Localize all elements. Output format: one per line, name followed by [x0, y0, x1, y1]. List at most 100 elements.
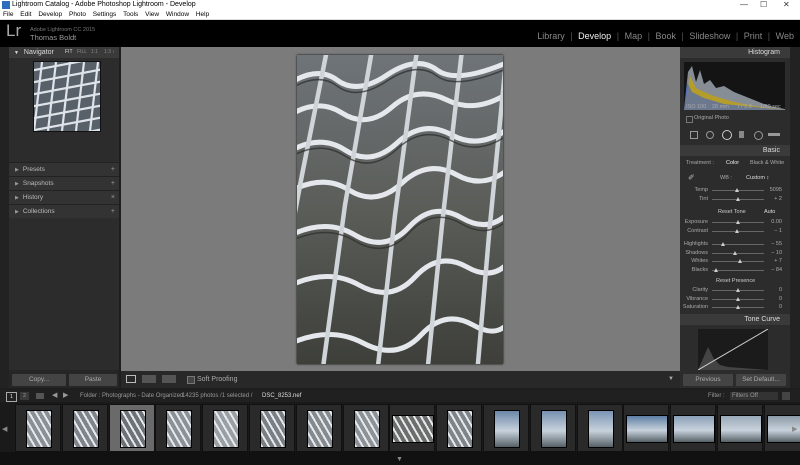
- slider-knob[interactable]: [736, 196, 740, 201]
- wb-select[interactable]: Custom ↕: [746, 175, 769, 181]
- auto-tone-button[interactable]: Auto: [764, 209, 775, 215]
- filter-lock-icon[interactable]: [782, 392, 790, 400]
- slider-track[interactable]: [712, 244, 764, 245]
- back-arrow-icon[interactable]: ◀: [52, 390, 57, 402]
- menu-tools[interactable]: Tools: [123, 11, 138, 18]
- filmstrip-left-arrow-icon[interactable]: ◀: [2, 425, 7, 433]
- before-after-icon[interactable]: [142, 375, 156, 383]
- toolbar-menu-icon[interactable]: ▼: [668, 371, 674, 388]
- slider-row[interactable]: Tint + 2: [682, 195, 788, 204]
- menu-edit[interactable]: Edit: [20, 11, 31, 18]
- navigator-preview[interactable]: [33, 61, 101, 132]
- menu-develop[interactable]: Develop: [38, 11, 62, 18]
- adjustment-brush-icon[interactable]: [768, 133, 780, 136]
- grid-view-icon[interactable]: [36, 393, 44, 399]
- zoom-fill[interactable]: FILL: [77, 47, 87, 58]
- slider-knob[interactable]: [736, 288, 740, 292]
- page-1[interactable]: 1: [6, 392, 17, 402]
- treatment-bw[interactable]: Black & White: [750, 160, 784, 166]
- right-panel-edge[interactable]: [790, 47, 800, 388]
- slider-knob[interactable]: [733, 250, 738, 255]
- slider-knob[interactable]: [736, 220, 740, 224]
- module-book[interactable]: Book: [655, 31, 676, 41]
- slider-knob[interactable]: [736, 296, 740, 301]
- history-panel[interactable]: ▶ History ×: [9, 190, 119, 204]
- reset-tone[interactable]: Reset Tone: [718, 209, 746, 215]
- module-web[interactable]: Web: [776, 31, 794, 41]
- module-slideshow[interactable]: Slideshow: [689, 31, 730, 41]
- paste-button[interactable]: Paste: [69, 374, 117, 386]
- slider-value[interactable]: 5095: [770, 187, 782, 193]
- tone-curve-header[interactable]: Tone Curve: [680, 314, 790, 325]
- red-eye-icon[interactable]: [722, 130, 732, 140]
- close-button[interactable]: ✕: [783, 0, 790, 10]
- slider-track[interactable]: [712, 269, 764, 271]
- slider-value[interactable]: + 2: [774, 196, 782, 202]
- slider-value[interactable]: − 10: [771, 250, 782, 256]
- filter-select[interactable]: Filters Off: [730, 392, 778, 400]
- page-2[interactable]: 2: [20, 392, 29, 400]
- menu-help[interactable]: Help: [196, 11, 209, 18]
- copy-button[interactable]: Copy...: [12, 374, 66, 386]
- main-photo[interactable]: [297, 55, 503, 364]
- slider-value[interactable]: + 7: [774, 258, 782, 264]
- slider-track[interactable]: [712, 252, 764, 254]
- slider-value[interactable]: 0: [779, 287, 782, 293]
- minimize-button[interactable]: —: [740, 0, 748, 10]
- add-collection-icon[interactable]: +: [111, 205, 115, 218]
- slider-value[interactable]: 0: [779, 296, 782, 302]
- eyedropper-icon[interactable]: ✐: [688, 174, 696, 182]
- slider-knob[interactable]: [734, 188, 739, 192]
- slider-value[interactable]: − 1: [774, 228, 782, 234]
- radial-filter-icon[interactable]: [754, 131, 763, 140]
- slider-value[interactable]: − 84: [771, 267, 782, 273]
- slider-knob[interactable]: [735, 228, 740, 233]
- slider-value[interactable]: − 55: [771, 241, 782, 247]
- clear-history-icon[interactable]: ×: [111, 191, 115, 204]
- menu-file[interactable]: File: [3, 11, 13, 18]
- left-panel-edge[interactable]: [0, 47, 9, 388]
- presets-panel[interactable]: ▶ Presets +: [9, 162, 119, 176]
- crop-tool-icon[interactable]: [690, 131, 698, 139]
- slider-knob[interactable]: [721, 242, 726, 246]
- set-default-button[interactable]: Set Default...: [736, 374, 786, 386]
- previous-button[interactable]: Previous: [683, 374, 733, 386]
- source-folder[interactable]: Folder : Photographs - Date Organized: [80, 390, 183, 402]
- menu-settings[interactable]: Settings: [93, 11, 117, 18]
- spot-removal-icon[interactable]: [706, 131, 714, 139]
- add-snapshot-icon[interactable]: +: [111, 177, 115, 190]
- slider-value[interactable]: 0: [779, 304, 782, 310]
- loupe-view-icon[interactable]: [126, 375, 136, 383]
- module-map[interactable]: Map: [625, 31, 643, 41]
- soft-proofing-checkbox[interactable]: [187, 376, 195, 384]
- slider-knob[interactable]: [738, 259, 743, 263]
- graduated-filter-icon[interactable]: [739, 131, 744, 138]
- module-library[interactable]: Library: [537, 31, 565, 41]
- zoom-fit[interactable]: FIT: [65, 47, 73, 58]
- module-print[interactable]: Print: [744, 31, 763, 41]
- treatment-color[interactable]: Color: [726, 160, 739, 166]
- slider-knob[interactable]: [736, 305, 740, 309]
- bottom-edge[interactable]: ▼: [0, 452, 800, 465]
- navigator-header[interactable]: ▼ Navigator FIT FILL 1:1 1:3 ↕: [9, 47, 119, 58]
- slider-row[interactable]: Contrast − 1: [682, 227, 788, 236]
- filmstrip-right-arrow-icon[interactable]: ▶: [792, 425, 797, 433]
- menu-photo[interactable]: Photo: [69, 11, 86, 18]
- collections-panel[interactable]: ▶ Collections +: [9, 204, 119, 218]
- menu-window[interactable]: Window: [166, 11, 189, 18]
- bottom-collapse-icon[interactable]: ▼: [396, 456, 403, 463]
- histogram[interactable]: [684, 62, 785, 110]
- module-develop[interactable]: Develop: [578, 31, 611, 41]
- maximize-button[interactable]: ☐: [760, 0, 767, 10]
- zoom-ratio[interactable]: 1:3 ↕: [104, 47, 115, 58]
- menu-view[interactable]: View: [145, 11, 159, 18]
- reset-presence[interactable]: Reset Presence: [716, 278, 755, 284]
- add-preset-icon[interactable]: +: [111, 163, 115, 176]
- basic-header[interactable]: Basic: [680, 145, 790, 156]
- tone-curve-graph[interactable]: [697, 328, 769, 371]
- selected-filename[interactable]: DSC_8253.nef: [262, 390, 301, 402]
- slider-value[interactable]: 0.00: [771, 219, 782, 225]
- zoom-1-1[interactable]: 1:1: [91, 47, 98, 58]
- histogram-header[interactable]: Histogram: [680, 47, 790, 58]
- slider-row[interactable]: Blacks − 84: [682, 266, 788, 275]
